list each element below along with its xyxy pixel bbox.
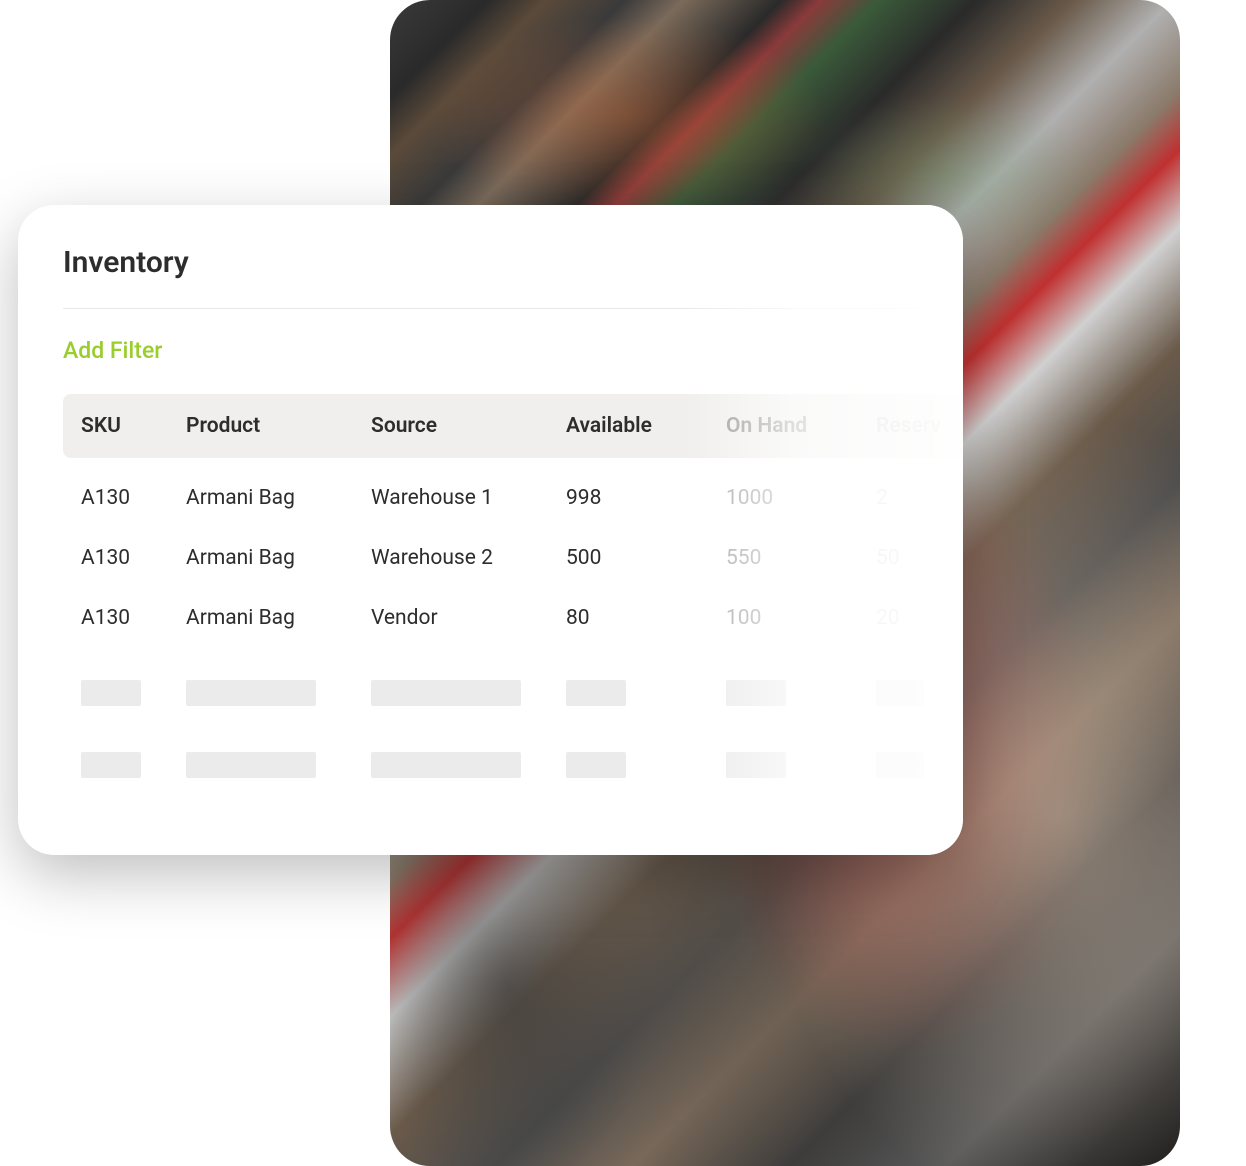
- cell-source: Warehouse 1: [371, 486, 566, 510]
- cell-reserved: 2: [876, 486, 963, 510]
- page-title: Inventory: [63, 245, 963, 280]
- skeleton-placeholder: [371, 680, 521, 706]
- cell-product: Armani Bag: [186, 486, 371, 510]
- column-header-reserved[interactable]: Reserv: [876, 414, 963, 438]
- column-header-sku[interactable]: SKU: [81, 414, 186, 438]
- skeleton-placeholder: [876, 680, 924, 706]
- table-row[interactable]: A130 Armani Bag Warehouse 2 500 550 50: [63, 528, 963, 588]
- skeleton-placeholder: [186, 680, 316, 706]
- cell-sku: A130: [81, 546, 186, 570]
- divider: [63, 308, 918, 309]
- skeleton-placeholder: [726, 680, 786, 706]
- cell-reserved: 20: [876, 606, 963, 630]
- cell-product: Armani Bag: [186, 606, 371, 630]
- skeleton-placeholder: [371, 752, 521, 778]
- column-header-on-hand[interactable]: On Hand: [726, 414, 876, 438]
- cell-on-hand: 100: [726, 606, 876, 630]
- cell-available: 80: [566, 606, 726, 630]
- inventory-table: SKU Product Source Available On Hand Res…: [63, 394, 963, 792]
- cell-on-hand: 550: [726, 546, 876, 570]
- skeleton-placeholder: [726, 752, 786, 778]
- skeleton-placeholder: [566, 680, 626, 706]
- cell-available: 500: [566, 546, 726, 570]
- cell-product: Armani Bag: [186, 546, 371, 570]
- cell-sku: A130: [81, 486, 186, 510]
- skeleton-placeholder: [566, 752, 626, 778]
- cell-reserved: 50: [876, 546, 963, 570]
- cell-on-hand: 1000: [726, 486, 876, 510]
- cell-source: Vendor: [371, 606, 566, 630]
- table-row[interactable]: A130 Armani Bag Vendor 80 100 20: [63, 588, 963, 648]
- cell-source: Warehouse 2: [371, 546, 566, 570]
- skeleton-row: [63, 738, 963, 792]
- column-header-source[interactable]: Source: [371, 414, 566, 438]
- table-row[interactable]: A130 Armani Bag Warehouse 1 998 1000 2: [63, 468, 963, 528]
- cell-available: 998: [566, 486, 726, 510]
- column-header-available[interactable]: Available: [566, 414, 726, 438]
- cell-sku: A130: [81, 606, 186, 630]
- skeleton-placeholder: [81, 680, 141, 706]
- column-header-product[interactable]: Product: [186, 414, 371, 438]
- add-filter-button[interactable]: Add Filter: [63, 337, 162, 364]
- skeleton-placeholder: [186, 752, 316, 778]
- skeleton-placeholder: [876, 752, 924, 778]
- skeleton-placeholder: [81, 752, 141, 778]
- inventory-card: Inventory Add Filter SKU Product Source …: [18, 205, 963, 855]
- skeleton-row: [63, 666, 963, 720]
- table-header-row: SKU Product Source Available On Hand Res…: [63, 394, 963, 458]
